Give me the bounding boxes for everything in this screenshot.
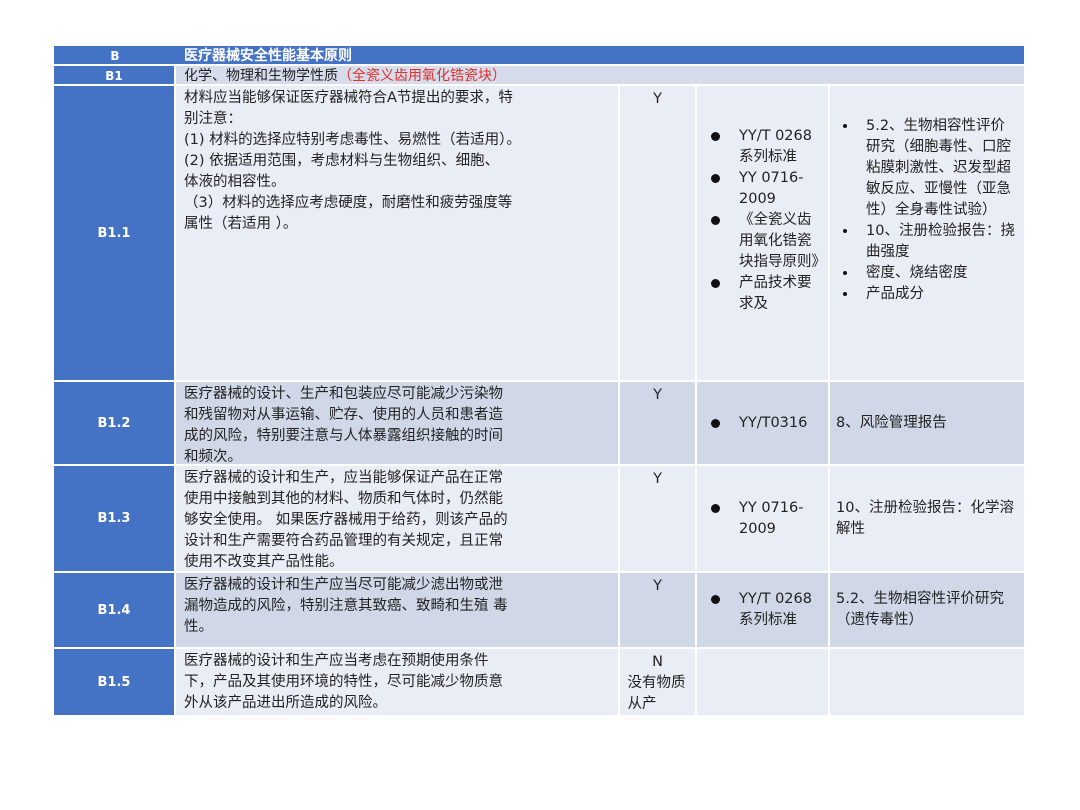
report-item: 5.2、生物相容性评价研究（遗传毒性） <box>836 591 1005 628</box>
header-title: 医疗器械安全性能基本原则 <box>184 48 352 64</box>
report-item: 5.2、生物相容性评价研究（细胞毒性、口腔粘膜刺激性、迟发型超敏反应、亚慢性（亚… <box>836 116 1018 221</box>
principles-table: B 医疗器械安全性能基本原则 B1 化学、物理和生物学性质（全瓷义齿用氧化锆瓷块… <box>54 46 1024 715</box>
section-title-highlight: （全瓷义齿用氧化锆瓷块） <box>338 68 506 84</box>
desc-line: 和频次。 <box>184 449 242 465</box>
requirement-text: 医疗器械的设计和生产应当尽可能减少滤出物或泄 漏物造成的风险，特别注意其致癌、致… <box>176 573 620 647</box>
requirement-text: 医疗器械的设计、生产和包装应尽可能减少污染物 和残留物对从事运输、贮存、使用的人… <box>176 382 620 465</box>
desc-line: 外从该产品进出所造成的风险。 <box>184 695 387 711</box>
report-item: 8、风险管理报告 <box>836 414 947 431</box>
desc-line: 医疗器械的设计和生产应当尽可能减少滤出物或泄 <box>184 577 503 593</box>
standards-cell: YY/T 0268 系列标准 <box>697 573 830 647</box>
desc-line: 别注意： <box>184 111 242 127</box>
reports-cell <box>830 649 1024 715</box>
applicable-flag: N <box>652 654 663 670</box>
applicable-flag: Y <box>620 86 697 380</box>
desc-line: 体液的相容性。 <box>184 174 286 190</box>
applicable-note: 没有物质从产 <box>627 675 686 712</box>
section-code: B1 <box>54 66 176 84</box>
desc-line: 使用中接触到其他的材料、物质和气体时，仍然能 <box>184 491 503 507</box>
report-item: 密度、烧结密度 <box>836 263 1018 284</box>
section-row: B1 化学、物理和生物学性质（全瓷义齿用氧化锆瓷块） <box>54 66 1024 86</box>
row-code: B1.5 <box>54 649 176 715</box>
row-code: B1.2 <box>54 382 176 464</box>
applicable-flag: Y <box>620 466 697 571</box>
applicable-cell: N 没有物质从产 <box>620 649 697 715</box>
row-code: B1.1 <box>54 86 176 380</box>
standard-item: YY/T 0268 系列标准 <box>703 126 824 168</box>
applicable-flag: Y <box>620 573 697 647</box>
requirement-text: 材料应当能够保证医疗器械符合A节提出的要求，特 别注意： (1) 材料的选择应特… <box>176 86 620 380</box>
standard-item: YY 0716-2009 <box>703 168 824 210</box>
table-row: B1.1 材料应当能够保证医疗器械符合A节提出的要求，特 别注意： (1) 材料… <box>54 86 1024 382</box>
desc-line: 使用不改变其产品性能。 <box>184 554 344 570</box>
standard-item: YY/T 0268 系列标准 <box>703 589 824 631</box>
desc-line: 够安全使用。 如果医疗器械用于给药，则该产品的 <box>184 512 508 528</box>
table-row: B1.3 医疗器械的设计和生产，应当能够保证产品在正常 使用中接触到其他的材料、… <box>54 466 1024 573</box>
desc-line: 成的风险，特别要注意与人体暴露组织接触的时间 <box>184 428 503 444</box>
report-item: 10、注册检验报告：化学溶解性 <box>836 499 1014 537</box>
report-item: 产品成分 <box>836 284 1018 305</box>
section-title: 化学、物理和生物学性质（全瓷义齿用氧化锆瓷块） <box>176 66 1024 84</box>
standard-item: 《全瓷义齿用氧化锆瓷块指导原则》 <box>703 210 826 273</box>
standards-cell <box>697 649 830 715</box>
standards-cell: YY 0716-2009 <box>697 466 830 571</box>
table-row: B1.5 医疗器械的设计和生产应当考虑在预期使用条件 下，产品及其使用环境的特性… <box>54 649 1024 715</box>
desc-line: 属性（若适用 ）。 <box>184 216 298 232</box>
desc-line: 下，产品及其使用环境的特性，尽可能减少物质意 <box>184 674 503 690</box>
header-code: B <box>110 49 120 63</box>
table-header-row: B 医疗器械安全性能基本原则 <box>54 46 1024 66</box>
reports-cell: 5.2、生物相容性评价研究（细胞毒性、口腔粘膜刺激性、迟发型超敏反应、亚慢性（亚… <box>830 86 1024 380</box>
section-title-text: 化学、物理和生物学性质 <box>184 68 338 84</box>
desc-line: 医疗器械的设计、生产和包装应尽可能减少污染物 <box>184 386 503 402</box>
row-code: B1.3 <box>54 466 176 571</box>
desc-line: (2) 依据适用范围，考虑材料与生物组织、细胞、 <box>184 153 500 169</box>
table-row: B1.2 医疗器械的设计、生产和包装应尽可能减少污染物 和残留物对从事运输、贮存… <box>54 382 1024 466</box>
desc-line: 医疗器械的设计和生产应当考虑在预期使用条件 <box>184 653 489 669</box>
standard-item: YY/T0316 <box>703 413 824 434</box>
row-code: B1.4 <box>54 573 176 647</box>
desc-line: 设计和生产需要符合药品管理的有关规定，且正常 <box>184 533 503 549</box>
standards-cell: YY/T0316 <box>697 382 830 464</box>
requirement-text: 医疗器械的设计和生产应当考虑在预期使用条件 下，产品及其使用环境的特性，尽可能减… <box>176 649 620 715</box>
desc-line: （3）材料的选择应考虑硬度，耐磨性和疲劳强度等 <box>184 195 513 211</box>
standards-cell: YY/T 0268 系列标准 YY 0716-2009 《全瓷义齿用氧化锆瓷块指… <box>697 86 830 380</box>
standard-item: YY 0716-2009 <box>703 498 824 540</box>
report-item: 10、注册检验报告：挠曲强度 <box>836 221 1018 263</box>
desc-line: 漏物造成的风险，特别注意其致癌、致畸和生殖 毒 <box>184 598 508 614</box>
reports-cell: 8、风险管理报告 <box>830 382 1024 464</box>
desc-line: (1) 材料的选择应特别考虑毒性、易燃性（若适用）。 <box>184 132 521 148</box>
reports-cell: 5.2、生物相容性评价研究（遗传毒性） <box>830 573 1024 647</box>
desc-line: 性。 <box>184 619 213 635</box>
desc-line: 和残留物对从事运输、贮存、使用的人员和患者造 <box>184 407 503 423</box>
table-row: B1.4 医疗器械的设计和生产应当尽可能减少滤出物或泄 漏物造成的风险，特别注意… <box>54 573 1024 649</box>
requirement-text: 医疗器械的设计和生产，应当能够保证产品在正常 使用中接触到其他的材料、物质和气体… <box>176 466 620 571</box>
desc-line: 医疗器械的设计和生产，应当能够保证产品在正常 <box>184 470 503 486</box>
standard-item: 产品技术要求及 <box>703 273 824 315</box>
desc-line: 材料应当能够保证医疗器械符合A节提出的要求，特 <box>184 90 513 106</box>
reports-cell: 10、注册检验报告：化学溶解性 <box>830 466 1024 571</box>
applicable-flag: Y <box>620 382 697 464</box>
